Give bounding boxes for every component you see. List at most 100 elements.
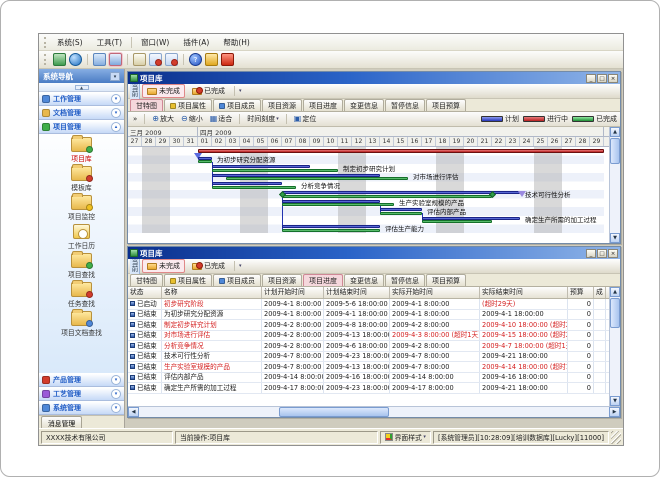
gantt-plan-bar[interactable]	[380, 208, 422, 211]
sidebar-group-系统管理[interactable]: 系统管理▾	[39, 401, 124, 415]
mail-icon[interactable]	[133, 53, 146, 66]
chevron-down-icon[interactable]: ▾	[111, 389, 121, 399]
table-row[interactable]: 已结束评估内部产品2009-4-14 8:00:002009-4-16 18:0…	[128, 373, 609, 384]
scroll-thumb[interactable]	[610, 298, 620, 328]
column-header-计划结束时间[interactable]: 计划结束时间	[324, 287, 390, 298]
current-folder-vertical-tab[interactable]: 当前文件夹	[130, 84, 140, 99]
filter-button-未完成[interactable]: 未完成	[142, 259, 185, 273]
filter-button-已完成[interactable]: 已完成	[187, 259, 230, 273]
tab-暂停信息[interactable]: 暂停信息	[385, 99, 425, 111]
window-titlebar[interactable]: 项目库 _ □ ×	[128, 72, 620, 84]
scroll-right-icon[interactable]: ▶	[609, 407, 620, 417]
table-row[interactable]: 已结束对市场进行评估2009-4-2 8:00:002009-4-13 18:0…	[128, 331, 609, 342]
horizontal-scrollbar[interactable]: ◀ ▶	[128, 406, 620, 417]
current-folder-vertical-tab[interactable]: 当前文件夹	[130, 259, 140, 274]
sidebar-group-产品管理[interactable]: 产品管理▾	[39, 373, 124, 387]
gantt-plan-bar[interactable]	[282, 225, 380, 228]
tab-项目进度[interactable]: 项目进度	[303, 274, 343, 286]
gantt-plan-bar[interactable]	[212, 182, 282, 185]
window-del-icon[interactable]	[165, 53, 178, 66]
menu-item-5[interactable]: 帮助(H)	[216, 36, 257, 49]
scroll-down-icon[interactable]: ▼	[610, 233, 620, 243]
scroll-down-icon[interactable]: ▼	[610, 396, 620, 406]
chevron-down-icon[interactable]: ▾	[111, 94, 121, 104]
gantt-actual-bar[interactable]	[226, 177, 408, 180]
scroll-thumb[interactable]	[610, 138, 620, 164]
vertical-scrollbar[interactable]: ▲ ▼	[609, 127, 620, 243]
column-header-状态[interactable]: 状态	[128, 287, 162, 298]
scroll-up-icon[interactable]: ▲	[610, 127, 620, 137]
zoom-out-button[interactable]: ⊖缩小	[179, 114, 205, 124]
exit-icon[interactable]	[221, 53, 234, 66]
toolbar-grip[interactable]	[44, 54, 47, 65]
table-row[interactable]: 已结束确定生产所需的加工过程2009-4-17 8:00:002009-4-23…	[128, 383, 609, 394]
gantt-actual-bar[interactable]	[282, 203, 394, 206]
chevron-down-icon[interactable]: ▾	[239, 88, 242, 94]
column-header-成[interactable]: 成	[594, 287, 606, 298]
gantt-actual-bar[interactable]	[380, 212, 422, 215]
table-row[interactable]: 已结束为初步研究分配资源2009-4-1 8:00:002009-4-1 18:…	[128, 310, 609, 321]
tab-项目成员[interactable]: 项目成员	[213, 274, 261, 286]
column-header-名称[interactable]: 名称	[162, 287, 262, 298]
sidebar-item-任务查找[interactable]: 任务查找	[68, 282, 95, 308]
zoom-in-button[interactable]: ⊕放大	[150, 114, 176, 124]
globe-icon[interactable]	[69, 53, 82, 66]
chevron-down-icon[interactable]: ▾	[111, 108, 121, 118]
timescale-button[interactable]: 时间刻度▾	[245, 114, 281, 124]
minimize-icon[interactable]: _	[586, 74, 596, 83]
tab-甘特图[interactable]: 甘特图	[130, 99, 163, 111]
tab-message-manage[interactable]: 消息管理	[41, 416, 82, 428]
sidebar-group-文档管理[interactable]: 文档管理▾	[39, 106, 124, 120]
restore-icon[interactable]: □	[597, 249, 607, 258]
column-header-实际结束时间[interactable]: 实际结束时间	[480, 287, 568, 298]
sidebar-item-项目库[interactable]: 项目库	[71, 137, 92, 163]
locate-button[interactable]: ▣定位	[292, 114, 319, 124]
scroll-thumb[interactable]	[279, 407, 389, 417]
gantt-actual-bar[interactable]	[198, 160, 212, 163]
menu-item-1[interactable]: 系统(S)	[50, 36, 90, 49]
gantt-plan-bar[interactable]	[212, 165, 310, 168]
tab-项目成员[interactable]: 项目成员	[213, 99, 261, 111]
table-row[interactable]: 已结束生产实验室规模的产品2009-4-7 8:00:002009-4-13 1…	[128, 362, 609, 373]
tab-项目预算[interactable]: 项目预算	[426, 99, 466, 111]
table-row[interactable]: 已结束制定初步研究计划2009-4-2 8:00:002009-4-8 18:0…	[128, 320, 609, 331]
gantt-actual-bar[interactable]	[282, 229, 380, 232]
tab-项目资源[interactable]: 项目资源	[262, 99, 302, 111]
tab-变更信息[interactable]: 变更信息	[344, 274, 384, 286]
sidebar-item-工作日历[interactable]: 工作日历	[68, 224, 95, 250]
sidebar-collapse-icon[interactable]: ▾	[110, 72, 120, 81]
menubar-grip[interactable]	[44, 37, 47, 48]
tab-项目预算[interactable]: 项目预算	[426, 274, 466, 286]
vertical-scrollbar[interactable]: ▲ ▼	[609, 287, 620, 406]
chevron-down-icon[interactable]: ▾	[111, 375, 121, 385]
tab-项目资源[interactable]: 项目资源	[262, 274, 302, 286]
tab-项目属性[interactable]: 项目属性	[164, 274, 212, 286]
menu-item-3[interactable]: 窗口(W)	[134, 36, 176, 49]
menu-item-4[interactable]: 插件(A)	[176, 36, 216, 49]
gantt-actual-bar[interactable]	[422, 220, 492, 223]
menu-item-2[interactable]: 工具(T)	[90, 36, 129, 49]
column-header-计划开始时间[interactable]: 计划开始时间	[262, 287, 324, 298]
gantt-summary-bar[interactable]	[198, 149, 604, 153]
resize-grip[interactable]	[611, 431, 621, 444]
close-icon[interactable]: ×	[608, 249, 618, 258]
ui-style-selector[interactable]: 界面样式 ▾	[380, 431, 431, 444]
chevron-down-icon[interactable]: ▾	[239, 263, 242, 269]
column-header-实际开始时间[interactable]: 实际开始时间	[390, 287, 480, 298]
monitor-icon[interactable]	[53, 53, 66, 66]
tab-项目进度[interactable]: 项目进度	[303, 99, 343, 111]
fit-button[interactable]: ▦适合	[208, 114, 235, 124]
tab-甘特图[interactable]: 甘特图	[130, 274, 163, 286]
scroll-up-icon[interactable]: ▲	[75, 85, 89, 90]
sidebar-group-active[interactable]: 项目管理 ▴	[39, 120, 124, 134]
gantt-actual-bar[interactable]	[212, 186, 296, 189]
help-icon[interactable]: ?	[189, 53, 202, 66]
sidebar-item-项目监控[interactable]: 项目监控	[68, 195, 95, 221]
gantt-actual-bar[interactable]	[212, 169, 338, 172]
scroll-left-icon[interactable]: ◀	[128, 407, 139, 417]
sidebar-item-模板库[interactable]: 模板库	[71, 166, 92, 192]
table-row[interactable]: 已结束技术可行性分析2009-4-7 8:00:002009-4-23 18:0…	[128, 352, 609, 363]
more-buttons-icon[interactable]: »	[131, 115, 139, 123]
lock-icon[interactable]	[205, 53, 218, 66]
scroll-up-icon[interactable]: ▲	[610, 287, 620, 297]
